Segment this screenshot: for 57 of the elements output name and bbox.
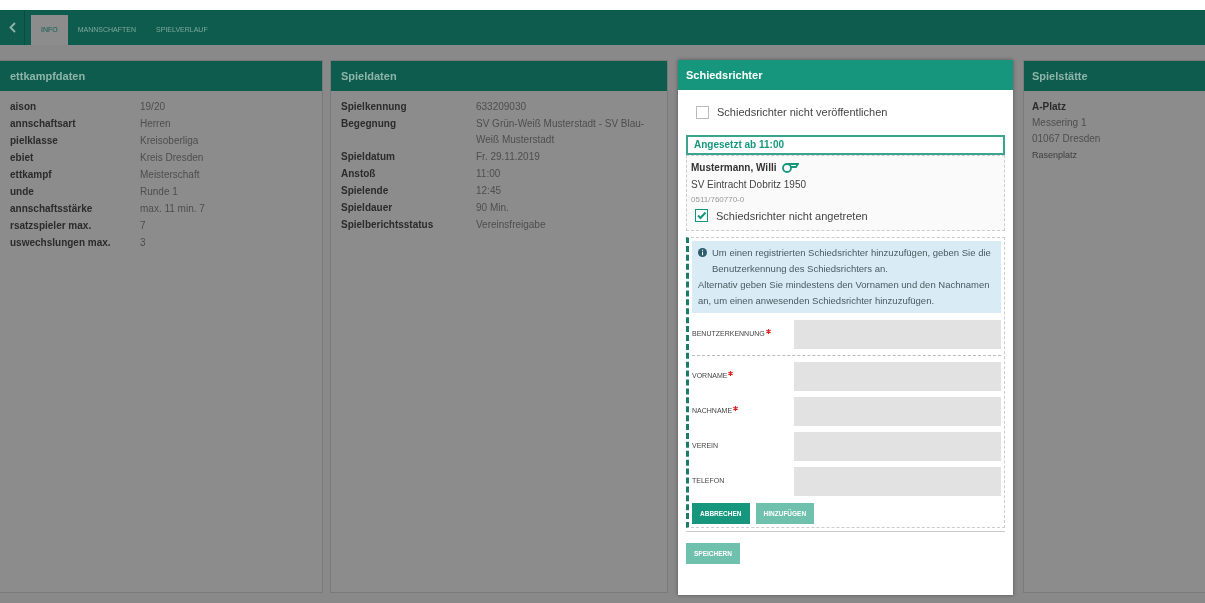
referee-name: Mustermann, Willi	[691, 160, 777, 175]
checkbox[interactable]	[696, 105, 709, 119]
field-value: 12:45	[476, 184, 503, 198]
field-value: 3	[140, 236, 147, 250]
venue-name: A-Platz	[1032, 100, 1067, 114]
referee-club: SV Eintracht Dobritz 1950	[691, 177, 808, 192]
panel-title: Schiedsrichter	[686, 67, 763, 83]
field-value: Herren	[140, 117, 172, 131]
info-icon	[698, 248, 707, 257]
back-icon[interactable]	[8, 22, 16, 33]
input-field[interactable]	[794, 362, 1001, 391]
field-label: annschaftsart	[10, 117, 77, 131]
checkbox-label: Schiedsrichter nicht angetreten	[716, 208, 868, 224]
panel-title: Spieldaten	[341, 68, 397, 84]
input-field[interactable]	[794, 397, 1001, 426]
field-value: 7	[140, 219, 147, 233]
field-value: 19/20	[140, 100, 167, 114]
field-value: Runde 1	[140, 185, 179, 199]
assignment-time: Angesetzt ab 11:00	[694, 138, 785, 152]
field-label: Spieldauer	[341, 201, 394, 215]
field-value: SV Grün-Weiß Musterstadt - SV Blau-Weiß Musterstadt	[476, 117, 646, 147]
field-label: unde	[10, 185, 35, 199]
field-value: Meisterschaft	[140, 168, 201, 182]
field-value: 90 Min.	[476, 201, 510, 215]
venue-city: 01067 Dresden	[1032, 132, 1102, 146]
info-text: Alternativ geben Sie mindestens den Vornamen und den Nachnamen an, um einen anwesenden Schiedsrichter hinzuzufügen.	[698, 278, 991, 308]
info-text: Um einen registrierten Schiedsrichter hinzuzufügen, geben Sie die Benutzerkennung des Schiedsrichters an.	[712, 246, 992, 276]
input-field[interactable]	[794, 432, 1001, 461]
field-label: uswechslungen max.	[10, 236, 112, 250]
field-value: Kreis Dresden	[140, 151, 205, 165]
panel-title: ettkampfdaten	[10, 68, 86, 84]
field-value: Vereinsfreigabe	[476, 218, 547, 232]
field-value: max. 11 min. 7	[140, 202, 206, 216]
field-label: pielklasse	[10, 134, 59, 148]
field-value: 633209030	[476, 100, 528, 114]
input-field[interactable]	[794, 467, 1001, 496]
field-label: annschaftsstärke	[10, 202, 94, 216]
field-label: aison	[10, 100, 38, 114]
checkbox-label: Schiedsrichter nicht veröffentlichen	[717, 105, 888, 120]
referee-phone: 0511/760770-0	[691, 193, 746, 206]
field-label: rsatzspieler max.	[10, 219, 93, 233]
field-label: Begegnung	[341, 117, 397, 131]
field-label: Spieldatum	[341, 150, 396, 164]
field-value: Fr. 29.11.2019	[476, 150, 541, 164]
field-label: ettkampf	[10, 168, 53, 182]
field-label: Spielkennung	[341, 100, 408, 114]
field-value: Kreisoberliga	[140, 134, 200, 148]
panel-title: Spielstätte	[1032, 68, 1088, 84]
field-value: 11:00	[476, 167, 502, 181]
field-label: Anstoß	[341, 167, 377, 181]
field-label: Spielberichtsstatus	[341, 218, 435, 232]
checkbox[interactable]	[695, 209, 708, 223]
venue-surface: Rasenplatz	[1032, 149, 1079, 162]
field-label: Spielende	[341, 184, 390, 198]
whistle-icon	[781, 161, 800, 173]
field-label: ebiet	[10, 151, 35, 165]
input-field[interactable]	[794, 320, 1001, 349]
